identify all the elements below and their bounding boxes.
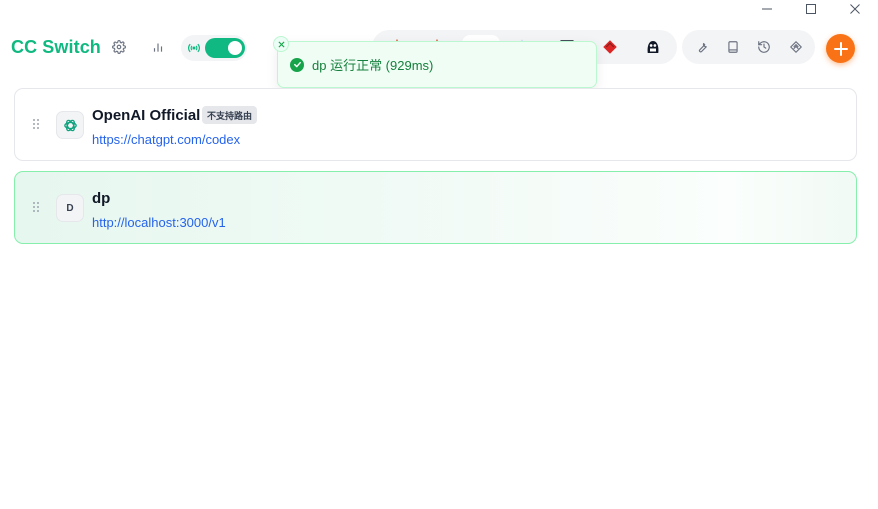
minimize-button[interactable] (754, 0, 780, 18)
window-controls (754, 0, 868, 18)
routing-badge: 不支持路由 (202, 106, 258, 124)
close-icon (850, 4, 860, 14)
toast-close-button[interactable] (273, 36, 289, 52)
toggle-knob (228, 41, 242, 55)
drag-handle-icon[interactable] (32, 118, 40, 130)
tool-history-button[interactable] (757, 40, 771, 54)
signal-icon (187, 41, 201, 55)
add-provider-button[interactable] (826, 34, 855, 63)
provider-avatar (56, 111, 84, 139)
provider-card-active[interactable]: D dp http://localhost:3000/v1 (14, 171, 857, 244)
usage-button[interactable] (151, 40, 165, 54)
provider-card[interactable]: OpenAI Official 不支持路由 https://chatgpt.co… (14, 88, 857, 161)
book-icon (728, 41, 738, 53)
tool-book-button[interactable] (726, 40, 740, 54)
minus-icon (762, 8, 772, 10)
openai-icon (63, 119, 77, 131)
history-icon (758, 41, 770, 53)
close-window-button[interactable] (842, 0, 868, 18)
provider-name: OpenAI Official (92, 107, 201, 124)
settings-button[interactable] (112, 40, 126, 54)
app-title: CC Switch (11, 37, 101, 57)
toast-message: dp 运行正常 (929ms) (312, 58, 434, 73)
tool-wrench-button[interactable] (695, 40, 709, 54)
close-icon (277, 40, 285, 48)
toast-notification: dp 运行正常 (929ms) (273, 36, 597, 88)
bar-chart-icon (153, 43, 163, 52)
plus-icon (833, 41, 848, 56)
proxy-control (181, 35, 247, 61)
gear-icon (112, 40, 126, 54)
provider-avatar: D (56, 194, 84, 222)
proxy-toggle[interactable] (205, 38, 245, 58)
square-icon (806, 4, 816, 14)
tool-layers-button[interactable] (789, 40, 803, 54)
layers-icon (790, 41, 802, 53)
wrench-icon (698, 42, 707, 53)
app-mascot-button[interactable] (644, 38, 662, 56)
provider-url[interactable]: http://localhost:3000/v1 (92, 215, 226, 230)
mascot-icon (647, 41, 659, 53)
red-diamond-icon (603, 40, 617, 54)
check-circle-icon (290, 57, 304, 72)
drag-handle-icon[interactable] (32, 201, 40, 213)
maximize-button[interactable] (798, 0, 824, 18)
provider-url[interactable]: https://chatgpt.com/codex (92, 132, 240, 147)
provider-name: dp (92, 190, 111, 207)
tools-group (682, 30, 815, 64)
app-red-button[interactable] (601, 38, 619, 56)
